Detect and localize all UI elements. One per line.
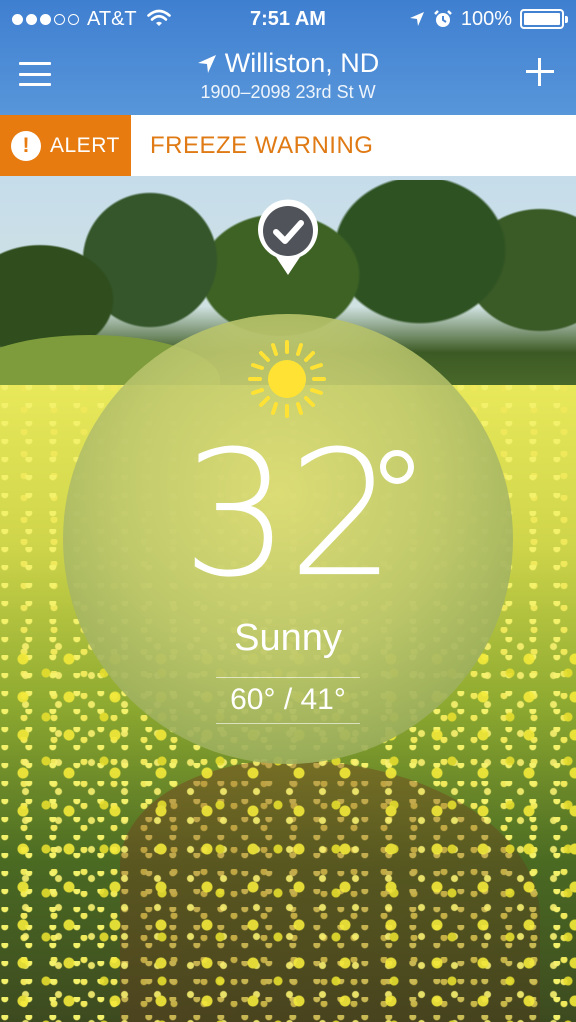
battery-percent: 100% bbox=[460, 8, 512, 30]
alert-bar[interactable]: ! ALERT FREEZE WARNING bbox=[0, 115, 576, 176]
battery-icon bbox=[520, 9, 568, 29]
status-right: 100% bbox=[409, 0, 568, 38]
add-location-button[interactable] bbox=[526, 58, 554, 86]
location-services-icon bbox=[409, 12, 424, 26]
alert-badge-label: ALERT bbox=[50, 133, 120, 157]
alert-badge: ! ALERT bbox=[0, 115, 131, 176]
location-address: 1900–2098 23rd St W bbox=[200, 82, 376, 102]
status-bar: AT&T 7:51 AM 100% bbox=[0, 0, 576, 38]
header: AT&T 7:51 AM 100% Williston, ND 1900–209… bbox=[0, 0, 576, 115]
location-title[interactable]: Williston, ND 1900–2098 23rd St W bbox=[0, 48, 576, 103]
degree-symbol bbox=[380, 450, 414, 484]
alert-message: FREEZE WARNING bbox=[150, 132, 374, 159]
temperature-value: 32 bbox=[181, 414, 396, 616]
check-marker-icon[interactable] bbox=[256, 199, 320, 277]
location-arrow-icon bbox=[197, 54, 216, 73]
high-low-temperature: 60° / 41° bbox=[230, 683, 346, 716]
exclamation-icon: ! bbox=[11, 130, 41, 161]
location-city: Williston, ND bbox=[224, 48, 380, 78]
location-city-row: Williston, ND bbox=[197, 48, 380, 79]
current-temperature: 32 bbox=[0, 414, 576, 616]
hilo-divider-bottom bbox=[216, 723, 360, 724]
sun-icon bbox=[248, 340, 326, 418]
weather-condition: Sunny bbox=[234, 617, 342, 659]
alarm-clock-icon bbox=[433, 10, 452, 27]
nav-bar: Williston, ND 1900–2098 23rd St W bbox=[0, 38, 576, 115]
hilo-divider-top bbox=[216, 677, 360, 678]
battery-fill bbox=[524, 13, 560, 25]
